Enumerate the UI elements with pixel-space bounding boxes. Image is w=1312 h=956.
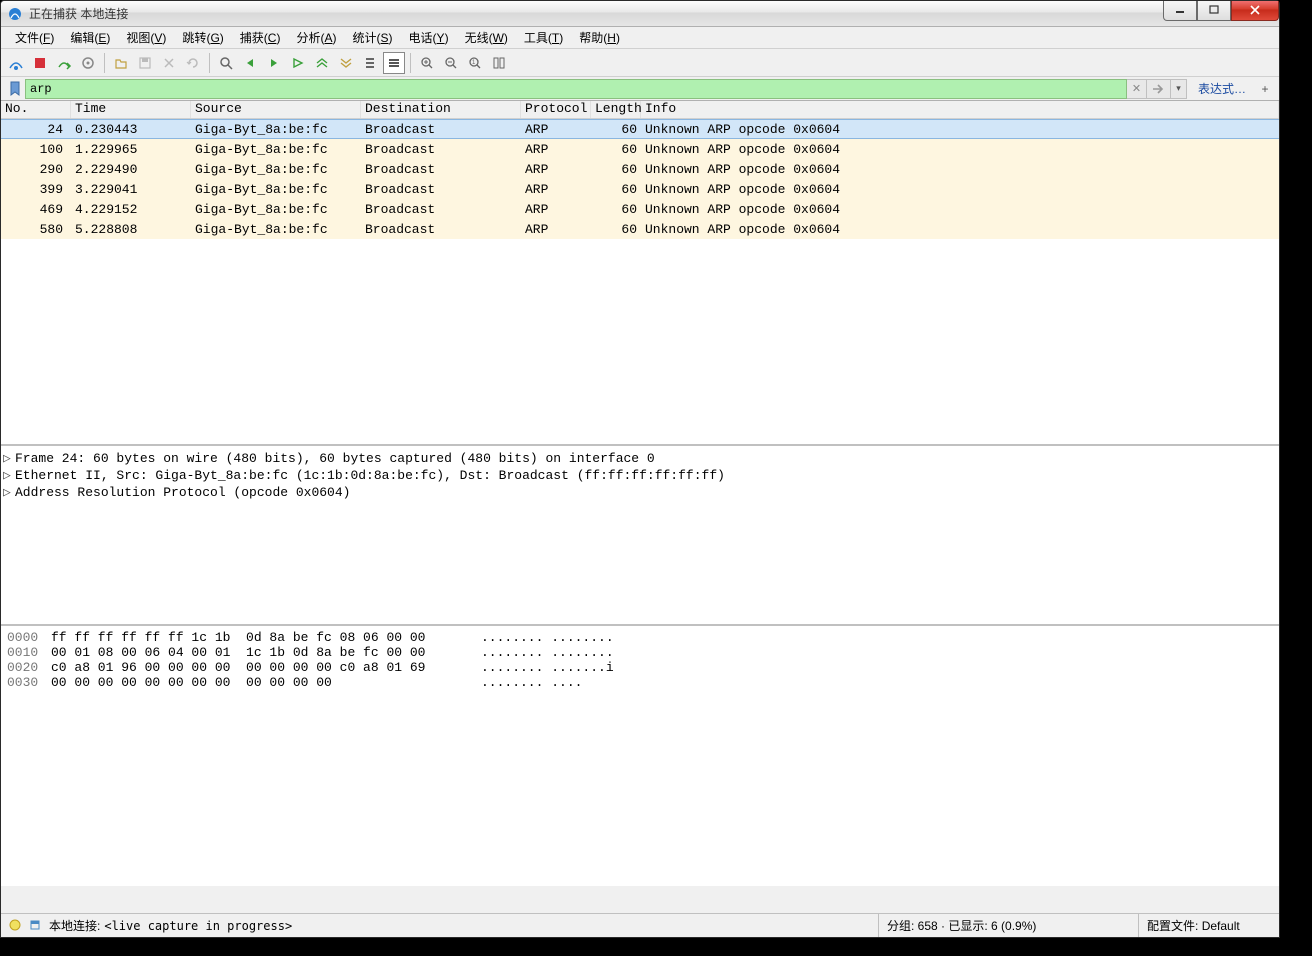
packet-row[interactable]: 2902.229490Giga-Byt_8a:be:fcBroadcastARP… (1, 159, 1279, 179)
menu-tools[interactable]: 工具(T) (516, 27, 571, 48)
toolbar-separator (104, 53, 105, 73)
column-header-no[interactable]: No. (1, 101, 71, 118)
packet-details-pane[interactable]: ▷Frame 24: 60 bytes on wire (480 bits), … (1, 446, 1279, 626)
column-header-time[interactable]: Time (71, 101, 191, 118)
colorize-button[interactable] (383, 52, 405, 74)
zoom-reset-button[interactable]: 1 (464, 52, 486, 74)
status-profile[interactable]: 配置文件: Default (1139, 914, 1279, 937)
expert-info-icon[interactable] (9, 919, 23, 933)
menu-telephony[interactable]: 电话(Y) (401, 27, 457, 48)
window-title: 正在捕获 本地连接 (29, 5, 1163, 22)
capture-file-icon[interactable] (29, 919, 43, 933)
status-packets[interactable]: 分组: 658 · 已显示: 6 (0.9%) (879, 914, 1139, 937)
packet-rows[interactable]: 240.230443Giga-Byt_8a:be:fcBroadcastARP6… (1, 119, 1279, 444)
main-window: 正在捕获 本地连接 文件(F) 编辑(E) 视图(V) 跳转(G) 捕获(C) … (0, 0, 1280, 938)
packet-row[interactable]: 3993.229041Giga-Byt_8a:be:fcBroadcastARP… (1, 179, 1279, 199)
autoscroll-button[interactable] (359, 52, 381, 74)
add-filter-button[interactable]: + (1255, 79, 1275, 99)
options-button[interactable] (77, 52, 99, 74)
window-controls (1163, 1, 1279, 21)
column-header-source[interactable]: Source (191, 101, 361, 118)
hex-line[interactable]: 001000 01 08 00 06 04 00 01 1c 1b 0d 8a … (1, 645, 1279, 660)
packet-list-pane[interactable]: No. Time Source Destination Protocol Len… (1, 101, 1279, 446)
hex-line[interactable]: 0000ff ff ff ff ff ff 1c 1b 0d 8a be fc … (1, 630, 1279, 645)
goto-packet-button[interactable] (287, 52, 309, 74)
restart-capture-button[interactable] (53, 52, 75, 74)
go-forward-button[interactable] (263, 52, 285, 74)
menu-capture[interactable]: 捕获(C) (232, 27, 289, 48)
goto-first-button[interactable] (311, 52, 333, 74)
detail-tree-item[interactable]: ▷Frame 24: 60 bytes on wire (480 bits), … (3, 450, 1277, 467)
status-interface-note: <live capture in progress> (104, 919, 292, 933)
zoom-in-button[interactable] (416, 52, 438, 74)
filter-bar: ✕ ▾ 表达式… + (1, 77, 1279, 101)
menu-analyze[interactable]: 分析(A) (288, 27, 344, 48)
app-icon (7, 6, 23, 22)
menu-edit[interactable]: 编辑(E) (62, 27, 118, 48)
menu-wireless[interactable]: 无线(W) (457, 27, 516, 48)
menu-go[interactable]: 跳转(G) (174, 27, 231, 48)
start-capture-button[interactable] (5, 52, 27, 74)
status-interface[interactable]: 本地连接: <live capture in progress> (1, 914, 879, 937)
toolbar-separator (410, 53, 411, 73)
minimize-button[interactable] (1163, 1, 1197, 21)
display-filter-input[interactable] (25, 79, 1127, 99)
column-header-destination[interactable]: Destination (361, 101, 521, 118)
menubar: 文件(F) 编辑(E) 视图(V) 跳转(G) 捕获(C) 分析(A) 统计(S… (1, 27, 1279, 49)
packet-row[interactable]: 1001.229965Giga-Byt_8a:be:fcBroadcastARP… (1, 139, 1279, 159)
go-back-button[interactable] (239, 52, 261, 74)
toolbar: 1 (1, 49, 1279, 77)
menu-view[interactable]: 视图(V) (118, 27, 174, 48)
find-button[interactable] (215, 52, 237, 74)
resize-columns-button[interactable] (488, 52, 510, 74)
hex-line[interactable]: 003000 00 00 00 00 00 00 00 00 00 00 00.… (1, 675, 1279, 690)
filter-history-dropdown[interactable]: ▾ (1171, 79, 1187, 99)
titlebar[interactable]: 正在捕获 本地连接 (1, 1, 1279, 27)
close-file-button[interactable] (158, 52, 180, 74)
column-header-protocol[interactable]: Protocol (521, 101, 591, 118)
close-button[interactable] (1231, 1, 1279, 21)
goto-last-button[interactable] (335, 52, 357, 74)
bookmark-icon[interactable] (5, 79, 25, 99)
expression-button[interactable]: 表达式… (1189, 79, 1255, 99)
status-bar: 本地连接: <live capture in progress> 分组: 658… (1, 913, 1279, 937)
open-button[interactable] (110, 52, 132, 74)
packet-row[interactable]: 240.230443Giga-Byt_8a:be:fcBroadcastARP6… (1, 119, 1279, 139)
menu-help[interactable]: 帮助(H) (571, 27, 628, 48)
menu-stats[interactable]: 统计(S) (345, 27, 401, 48)
stop-capture-button[interactable] (29, 52, 51, 74)
packet-row[interactable]: 5805.228808Giga-Byt_8a:be:fcBroadcastARP… (1, 219, 1279, 239)
detail-tree-item[interactable]: ▷Address Resolution Protocol (opcode 0x0… (3, 484, 1277, 501)
save-button[interactable] (134, 52, 156, 74)
packet-bytes-pane[interactable]: 0000ff ff ff ff ff ff 1c 1b 0d 8a be fc … (1, 626, 1279, 886)
toolbar-separator (209, 53, 210, 73)
apply-filter-button[interactable] (1147, 79, 1171, 99)
column-header-info[interactable]: Info (641, 101, 1279, 118)
clear-filter-button[interactable]: ✕ (1127, 79, 1147, 99)
packet-list-header[interactable]: No. Time Source Destination Protocol Len… (1, 101, 1279, 119)
hex-line[interactable]: 0020c0 a8 01 96 00 00 00 00 00 00 00 00 … (1, 660, 1279, 675)
packet-row[interactable]: 4694.229152Giga-Byt_8a:be:fcBroadcastARP… (1, 199, 1279, 219)
status-interface-label: 本地连接: (49, 917, 100, 934)
column-header-length[interactable]: Length (591, 101, 641, 118)
reload-button[interactable] (182, 52, 204, 74)
zoom-out-button[interactable] (440, 52, 462, 74)
menu-file[interactable]: 文件(F) (7, 27, 62, 48)
detail-tree-item[interactable]: ▷Ethernet II, Src: Giga-Byt_8a:be:fc (1c… (3, 467, 1277, 484)
maximize-button[interactable] (1197, 1, 1231, 21)
